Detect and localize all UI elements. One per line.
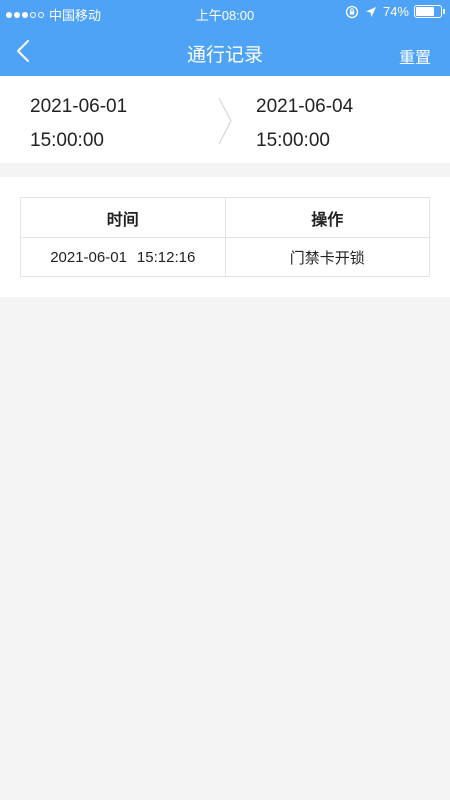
- battery-icon: [414, 5, 445, 18]
- page-title: 通行记录: [186, 45, 263, 66]
- rotation-lock-icon: [345, 5, 359, 18]
- records-card: 时间 操作 2021-06-01 15:12:16 门禁卡开锁: [0, 177, 450, 297]
- nav-bar: 通行记录 重置: [0, 26, 450, 76]
- battery-percent: 74%: [382, 4, 409, 19]
- record-date: 2021-06-01: [50, 248, 127, 266]
- start-datetime[interactable]: 2021-06-01 15:00:00: [30, 90, 127, 158]
- end-datetime[interactable]: 2021-06-04 15:00:00: [256, 90, 353, 158]
- cell-time: 2021-06-01 15:12:16: [21, 238, 225, 276]
- cell-action: 门禁卡开锁: [224, 238, 430, 276]
- table-header: 时间 操作: [21, 198, 429, 237]
- start-date: 2021-06-01: [30, 96, 128, 117]
- records-table: 时间 操作 2021-06-01 15:12:16 门禁卡开锁: [20, 197, 430, 277]
- start-time: 15:00:00: [30, 130, 104, 151]
- status-bar: 中国移动 上午08:00 74%: [0, 0, 450, 26]
- date-range-picker: 2021-06-01 15:00:00 2021-06-04 15:00:00: [0, 76, 450, 163]
- reset-button[interactable]: 重置: [399, 44, 431, 68]
- battery-fill: [416, 7, 434, 16]
- table-row: 2021-06-01 15:12:16 门禁卡开锁: [21, 237, 429, 276]
- top-bar: 中国移动 上午08:00 74% 通行记录 重置: [0, 0, 450, 76]
- header-time: 时间: [106, 211, 139, 229]
- record-time: 15:12:16: [136, 248, 196, 266]
- header-action: 操作: [224, 198, 430, 237]
- chevron-right-icon: [218, 97, 232, 145]
- end-time: 15:00:00: [256, 130, 330, 151]
- end-date: 2021-06-04: [256, 96, 354, 117]
- location-arrow-icon: [365, 6, 376, 17]
- status-right: 74%: [345, 4, 445, 19]
